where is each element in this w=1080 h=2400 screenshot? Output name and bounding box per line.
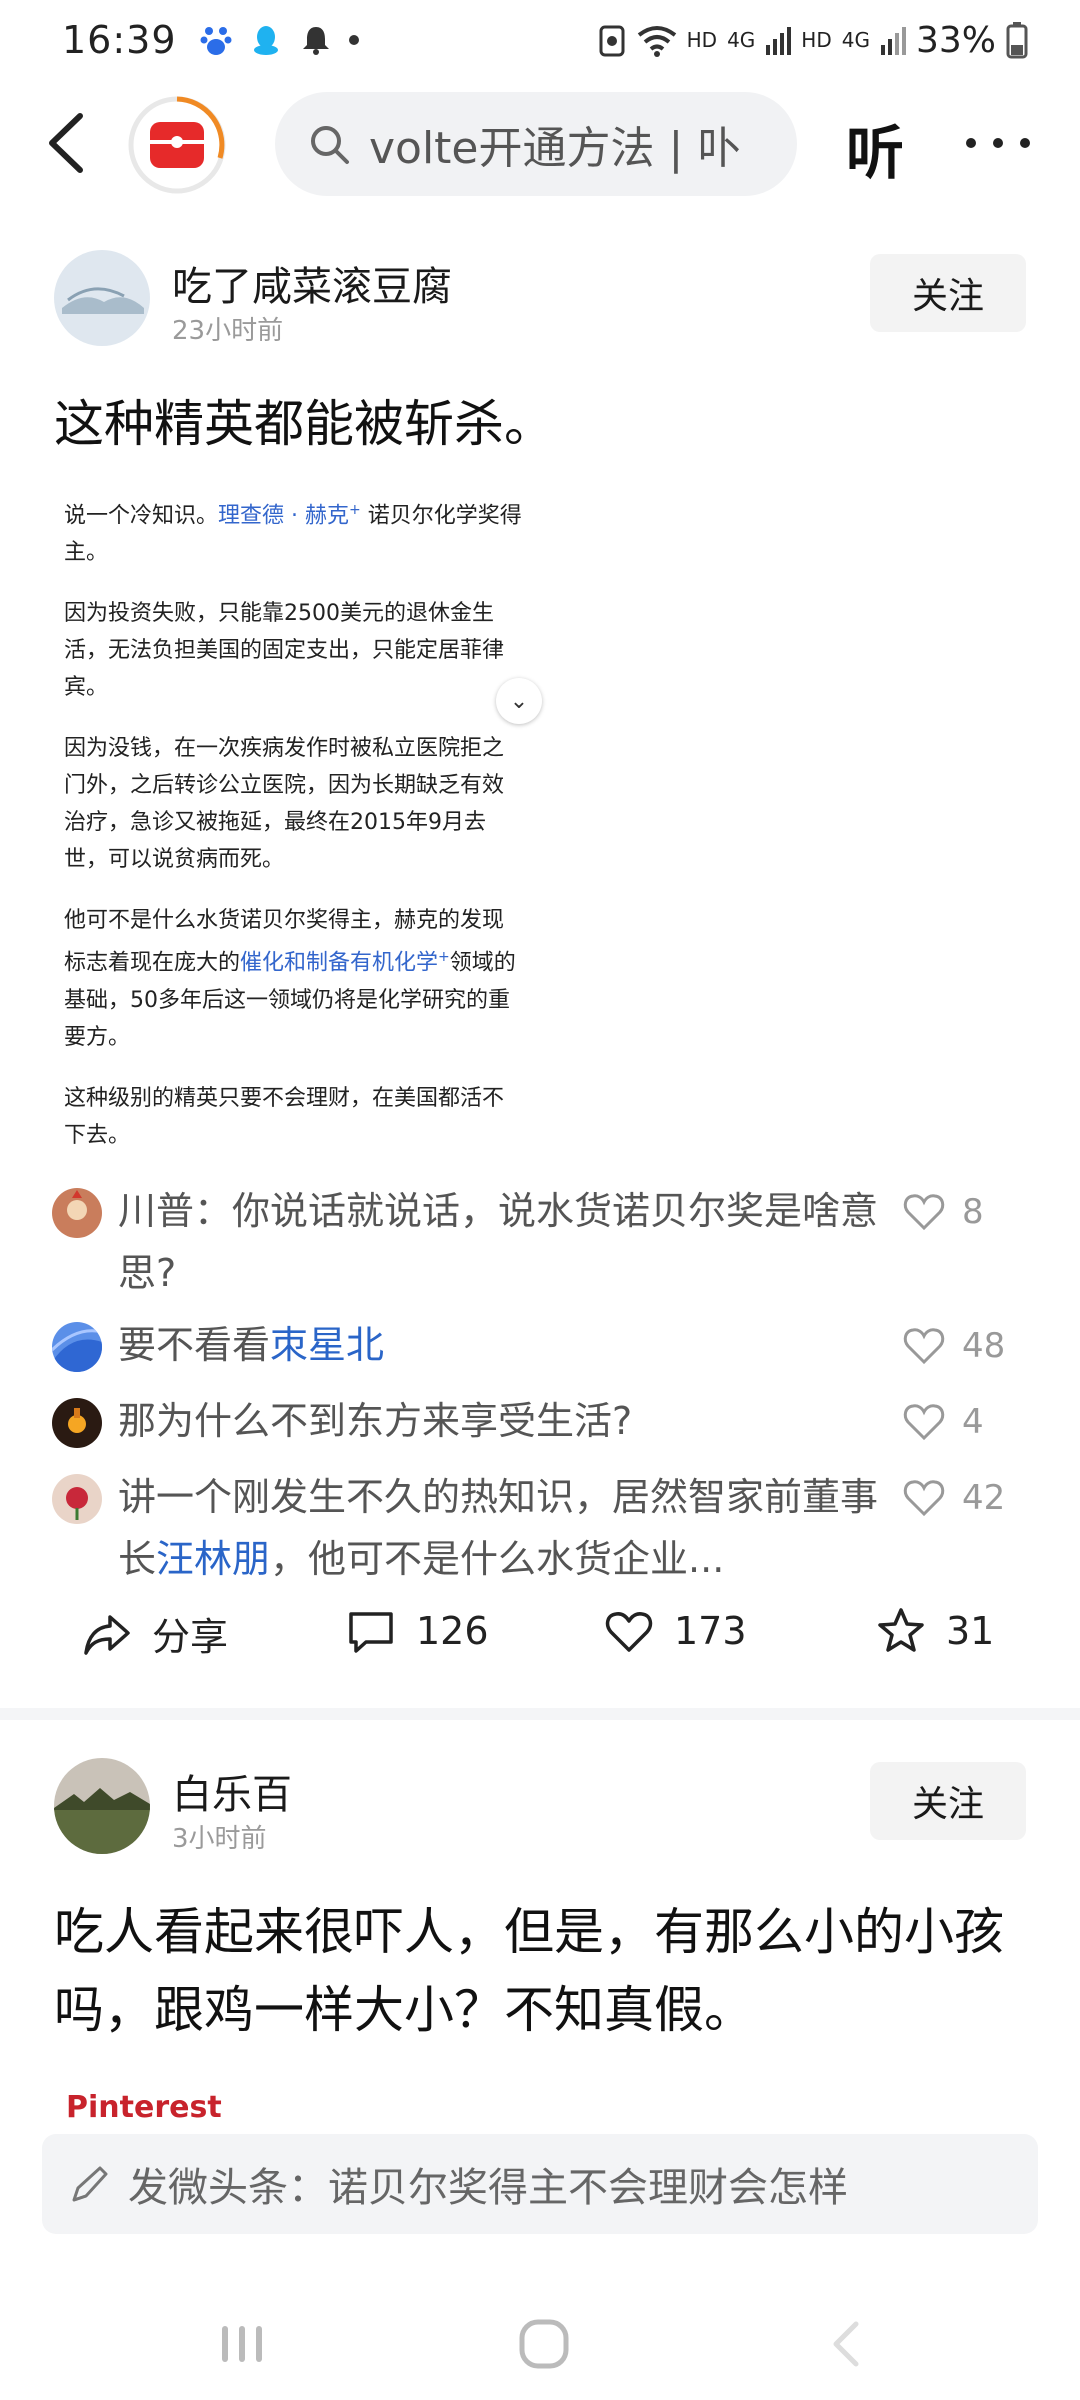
embed-paragraph-1: 说一个冷知识。理查德 · 赫克+ 诺贝尔化学奖得主。	[64, 502, 522, 566]
comment-text: 川普：你说话就说话，说水货诺贝尔奖是啥意思?	[118, 1189, 879, 1295]
post-time: 23小时前	[172, 316, 284, 346]
commenter-avatar	[52, 1474, 102, 1524]
heart-icon	[605, 1612, 653, 1652]
author-avatar[interactable]	[54, 1758, 150, 1854]
embed-paragraph-2: 因为投资失败，只能靠2500美元的退休金生活，无法负担美国的固定支出，只能定居菲…	[64, 601, 505, 701]
network-4g-label-2: 4G	[841, 28, 870, 52]
signal-icon-2	[880, 27, 906, 55]
comment-button[interactable]: 126	[346, 1606, 489, 1656]
follow-button[interactable]: 关注	[870, 1762, 1026, 1840]
post-divider	[0, 1708, 1080, 1720]
embed-link-heck: 赫克	[305, 503, 350, 529]
post-header: 吃了咸菜滚豆腐 23小时前 关注	[54, 250, 1026, 350]
comment-like[interactable]: 8	[902, 1190, 984, 1234]
author-avatar[interactable]	[54, 250, 150, 346]
recent-apps-icon[interactable]	[212, 2314, 272, 2374]
post-text[interactable]: 吃人看起来很吓人，但是，有那么小的小孩吗，跟鸡一样大小？不知真假。	[54, 1894, 1026, 2049]
post-text[interactable]: 这种精英都能被斩杀。	[54, 386, 1026, 464]
author-name[interactable]: 吃了咸菜滚豆腐	[172, 254, 452, 312]
comment-like-count: 8	[962, 1192, 984, 1232]
commenter-avatar	[52, 1322, 102, 1372]
search-query-text: volte开通方法 | 卟	[369, 123, 742, 174]
baidu-app-icon	[200, 27, 232, 55]
top-navigation: volte开通方法 | 卟 听	[0, 88, 1080, 198]
share-icon	[84, 1614, 130, 1655]
comment-icon	[349, 1612, 393, 1653]
status-time: 16:39	[62, 18, 177, 62]
wifi-icon	[637, 26, 676, 57]
star-icon	[878, 1608, 924, 1652]
status-bar: 16:39 HD 4G HD 4G 33%	[0, 0, 1080, 80]
like-count: 173	[674, 1609, 747, 1653]
commenter-avatar	[52, 1398, 102, 1448]
post-header: 白乐百 3小时前 关注	[54, 1758, 1026, 1858]
back-nav-icon[interactable]	[818, 2314, 878, 2374]
listen-button[interactable]: 听	[846, 106, 904, 190]
pen-icon	[72, 2166, 108, 2202]
heart-icon	[903, 1480, 945, 1517]
share-button[interactable]: 分享	[82, 1606, 228, 1661]
comment-like[interactable]: 4	[902, 1400, 984, 1444]
author-name[interactable]: 白乐百	[172, 1762, 292, 1820]
search-bar[interactable]: volte开通方法 | 卟	[275, 92, 797, 196]
comment-like[interactable]: 42	[902, 1476, 1005, 1520]
embed-paragraph-4: 他可不是什么水货诺贝尔奖得主，赫克的发现标志着现在庞大的催化和制备有机化学+领域…	[64, 908, 516, 1050]
embed-paragraph-5: 这种级别的精英只要不会理财，在美国都活不下去。	[64, 1085, 505, 1148]
signal-icon	[766, 27, 792, 55]
comment-like-count: 48	[962, 1326, 1006, 1366]
battery-icon	[1006, 22, 1028, 59]
embed-link-richard: 理查德	[218, 503, 285, 529]
system-navigation-bar	[0, 2300, 1080, 2380]
post-image[interactable]: 说一个冷知识。理查德 · 赫克+ 诺贝尔化学奖得主。 因为投资失败，只能靠250…	[54, 484, 542, 1148]
back-arrow-icon[interactable]	[40, 108, 100, 178]
more-options-icon[interactable]	[966, 118, 1030, 168]
battery-percent: 33%	[915, 19, 996, 61]
comment-mention-link[interactable]: 朿星北	[270, 1323, 384, 1367]
toutiao-logo-icon[interactable]	[128, 96, 226, 194]
expand-chevron-icon: ⌄	[496, 678, 542, 724]
favorite-button[interactable]: 31	[876, 1606, 994, 1656]
post-time: 3小时前	[172, 1824, 267, 1854]
comment-text: 讲一个刚发生不久的热知识，居然智家前董事长汪林朋，他可不是什么水货企业...	[118, 1475, 879, 1581]
qq-app-icon	[253, 26, 278, 55]
search-icon	[311, 126, 349, 164]
embed-link-catalysis: 催化和制备有机化学	[240, 950, 439, 976]
heart-icon	[903, 1194, 945, 1231]
commenter-avatar	[52, 1188, 102, 1238]
heart-icon	[903, 1328, 945, 1365]
share-label: 分享	[152, 1615, 229, 1659]
comment-count: 126	[416, 1609, 489, 1653]
like-button[interactable]: 173	[604, 1606, 747, 1656]
follow-button[interactable]: 关注	[870, 254, 1026, 332]
post-action-bar: 分享 126 173 31	[0, 1606, 1080, 1678]
alarm-bell-icon	[302, 27, 329, 55]
pinterest-watermark: Pinterest	[66, 2090, 222, 2120]
heart-icon	[903, 1404, 945, 1441]
hd-label: HD	[686, 28, 718, 52]
network-4g-label: 4G	[727, 28, 756, 52]
favorite-count: 31	[946, 1609, 995, 1653]
embed-paragraph-3: 因为没钱，在一次疾病发作时被私立医院拒之门外，之后转诊公立医院，因为长期缺乏有效…	[64, 736, 505, 873]
comment-like-count: 42	[962, 1478, 1006, 1518]
comment-text: 那为什么不到东方来享受生活?	[118, 1399, 633, 1443]
comment-like-count: 4	[962, 1402, 984, 1442]
compose-placeholder: 发微头条：诺贝尔奖得主不会理财会怎样	[128, 2165, 848, 2211]
hd-label-2: HD	[801, 28, 832, 52]
comment-text: 要不看看朿星北	[118, 1323, 385, 1367]
notification-dot-icon	[348, 35, 359, 45]
compose-bar[interactable]: 发微头条：诺贝尔奖得主不会理财会怎样	[42, 2134, 1038, 2234]
comment-mention-link[interactable]: 汪林朋	[156, 1537, 270, 1581]
screen-recorder-icon	[599, 25, 625, 57]
comment-like[interactable]: 48	[902, 1324, 1005, 1368]
home-icon[interactable]	[514, 2314, 574, 2374]
